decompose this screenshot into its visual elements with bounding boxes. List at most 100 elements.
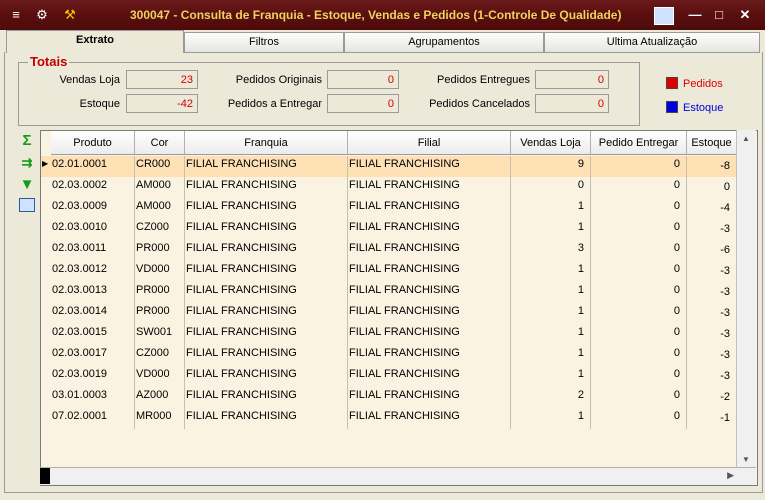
table-row[interactable]: ▶ 02.01.0001 CR000 FILIAL FRANCHISING FILIAL…: [41, 156, 741, 177]
cell-filial: FILIAL FRANCHISING: [348, 198, 511, 219]
pedidos-color-swatch: [666, 77, 678, 89]
table-row[interactable]: 02.03.0010 CZ000 FILIAL FRANCHISING FILIAL …: [41, 219, 741, 240]
cell-cor: AM000: [135, 177, 185, 198]
sum-icon[interactable]: Σ: [18, 132, 36, 150]
cell-produto: 02.03.0019: [51, 366, 135, 387]
cell-pedido-entregar: 0: [591, 240, 687, 261]
col-header-vendas-loja[interactable]: Vendas Loja: [511, 131, 591, 155]
cell-filial: FILIAL FRANCHISING: [348, 156, 511, 177]
table-row[interactable]: 02.03.0015 SW001 FILIAL FRANCHISING FILIAL …: [41, 324, 741, 345]
cell-vendas-loja: 1: [511, 366, 591, 387]
table-row[interactable]: 02.03.0009 AM000 FILIAL FRANCHISING FILIAL …: [41, 198, 741, 219]
table-row[interactable]: 02.03.0014 PR000 FILIAL FRANCHISING FILIAL …: [41, 303, 741, 324]
picture-icon[interactable]: [654, 7, 674, 25]
scroll-up-icon[interactable]: ▲: [742, 134, 750, 143]
cell-pedido-entregar: 0: [591, 282, 687, 303]
pedidos-a-entregar-label: Pedidos a Entregar: [227, 98, 322, 110]
cell-produto: 02.03.0002: [51, 177, 135, 198]
cell-pedido-entregar: 0: [591, 345, 687, 366]
config-icon[interactable]: ⚙: [34, 7, 50, 23]
cell-pedido-entregar: 0: [591, 156, 687, 177]
maximize-button[interactable]: □: [708, 6, 730, 24]
table-row[interactable]: 02.03.0012 VD000 FILIAL FRANCHISING FILIAL …: [41, 261, 741, 282]
tab-ultima-atualizacao[interactable]: Ultima Atualização: [544, 32, 760, 53]
col-header-franquia[interactable]: Franquia: [185, 131, 348, 155]
cell-vendas-loja: 1: [511, 345, 591, 366]
download-icon[interactable]: ▼: [18, 176, 36, 194]
cell-produto: 02.03.0013: [51, 282, 135, 303]
cell-vendas-loja: 9: [511, 156, 591, 177]
minimize-button[interactable]: —: [684, 6, 706, 24]
cell-filial: FILIAL FRANCHISING: [348, 261, 511, 282]
cell-filial: FILIAL FRANCHISING: [348, 387, 511, 408]
col-header-estoque[interactable]: Estoque: [687, 131, 737, 155]
cell-franquia: FILIAL FRANCHISING: [185, 345, 348, 366]
cell-vendas-loja: 1: [511, 324, 591, 345]
cell-filial: FILIAL FRANCHISING: [348, 345, 511, 366]
cell-filial: FILIAL FRANCHISING: [348, 240, 511, 261]
cell-franquia: FILIAL FRANCHISING: [185, 324, 348, 345]
cell-vendas-loja: 1: [511, 198, 591, 219]
cell-produto: 02.03.0010: [51, 219, 135, 240]
cell-vendas-loja: 1: [511, 303, 591, 324]
cell-pedido-entregar: 0: [591, 387, 687, 408]
scroll-left-icon[interactable]: [40, 468, 50, 484]
cell-pedido-entregar: 0: [591, 366, 687, 387]
export-icon[interactable]: ⇉: [18, 154, 36, 172]
totais-title: Totais: [28, 54, 70, 69]
cell-franquia: FILIAL FRANCHISING: [185, 282, 348, 303]
col-header-produto[interactable]: Produto: [51, 131, 135, 155]
table-row[interactable]: 02.03.0002 AM000 FILIAL FRANCHISING FILIAL …: [41, 177, 741, 198]
cell-cor: AZ000: [135, 387, 185, 408]
cell-pedido-entregar: 0: [591, 177, 687, 198]
close-button[interactable]: ✕: [734, 6, 756, 24]
table-row[interactable]: 02.03.0011 PR000 FILIAL FRANCHISING FILIAL …: [41, 240, 741, 261]
cell-filial: FILIAL FRANCHISING: [348, 219, 511, 240]
col-header-cor[interactable]: Cor: [135, 131, 185, 155]
tab-extrato[interactable]: Extrato: [6, 30, 184, 53]
cell-filial: FILIAL FRANCHISING: [348, 303, 511, 324]
cell-filial: FILIAL FRANCHISING: [348, 408, 511, 429]
tools-icon[interactable]: ⚒: [62, 7, 78, 23]
cell-estoque: -3: [687, 324, 737, 345]
cell-estoque: -3: [687, 345, 737, 366]
vertical-scrollbar[interactable]: ▲ ▼: [736, 130, 756, 484]
cell-pedido-entregar: 0: [591, 198, 687, 219]
table-row[interactable]: 02.03.0013 PR000 FILIAL FRANCHISING FILIAL …: [41, 282, 741, 303]
cell-filial: FILIAL FRANCHISING: [348, 324, 511, 345]
tab-filtros[interactable]: Filtros: [184, 32, 344, 53]
table-row[interactable]: 07.02.0001 MR000 FILIAL FRANCHISING FILIAL …: [41, 408, 741, 429]
cell-pedido-entregar: 0: [591, 324, 687, 345]
table-row[interactable]: 02.03.0019 VD000 FILIAL FRANCHISING FILIAL …: [41, 366, 741, 387]
window-menu-icon[interactable]: ≡: [8, 7, 24, 23]
cell-vendas-loja: 2: [511, 387, 591, 408]
cell-cor: PR000: [135, 303, 185, 324]
cell-estoque: 0: [687, 177, 737, 198]
cell-cor: AM000: [135, 198, 185, 219]
cell-cor: PR000: [135, 282, 185, 303]
scroll-right-icon[interactable]: ▶: [727, 470, 734, 481]
cell-estoque: -6: [687, 240, 737, 261]
tab-agrupamentos[interactable]: Agrupamentos: [344, 32, 544, 53]
cell-cor: VD000: [135, 366, 185, 387]
cell-pedido-entregar: 0: [591, 261, 687, 282]
image-icon[interactable]: [18, 198, 36, 216]
cell-cor: VD000: [135, 261, 185, 282]
data-grid: Produto Cor Franquia Filial Vendas Loja …: [40, 130, 758, 486]
cell-vendas-loja: 1: [511, 408, 591, 429]
table-row[interactable]: 03.01.0003 AZ000 FILIAL FRANCHISING FILIAL …: [41, 387, 741, 408]
cell-franquia: FILIAL FRANCHISING: [185, 156, 348, 177]
cell-filial: FILIAL FRANCHISING: [348, 366, 511, 387]
estoque-color-swatch: [666, 101, 678, 113]
cell-cor: CZ000: [135, 219, 185, 240]
cell-produto: 02.03.0015: [51, 324, 135, 345]
col-header-filial[interactable]: Filial: [348, 131, 511, 155]
cell-estoque: -2: [687, 387, 737, 408]
cell-franquia: FILIAL FRANCHISING: [185, 240, 348, 261]
table-row[interactable]: 02.03.0017 CZ000 FILIAL FRANCHISING FILIAL …: [41, 345, 741, 366]
horizontal-scrollbar[interactable]: ▶: [40, 467, 756, 485]
scroll-down-icon[interactable]: ▼: [742, 455, 750, 464]
col-header-pedido-entregar[interactable]: Pedido Entregar: [591, 131, 687, 155]
cell-franquia: FILIAL FRANCHISING: [185, 198, 348, 219]
cell-franquia: FILIAL FRANCHISING: [185, 366, 348, 387]
